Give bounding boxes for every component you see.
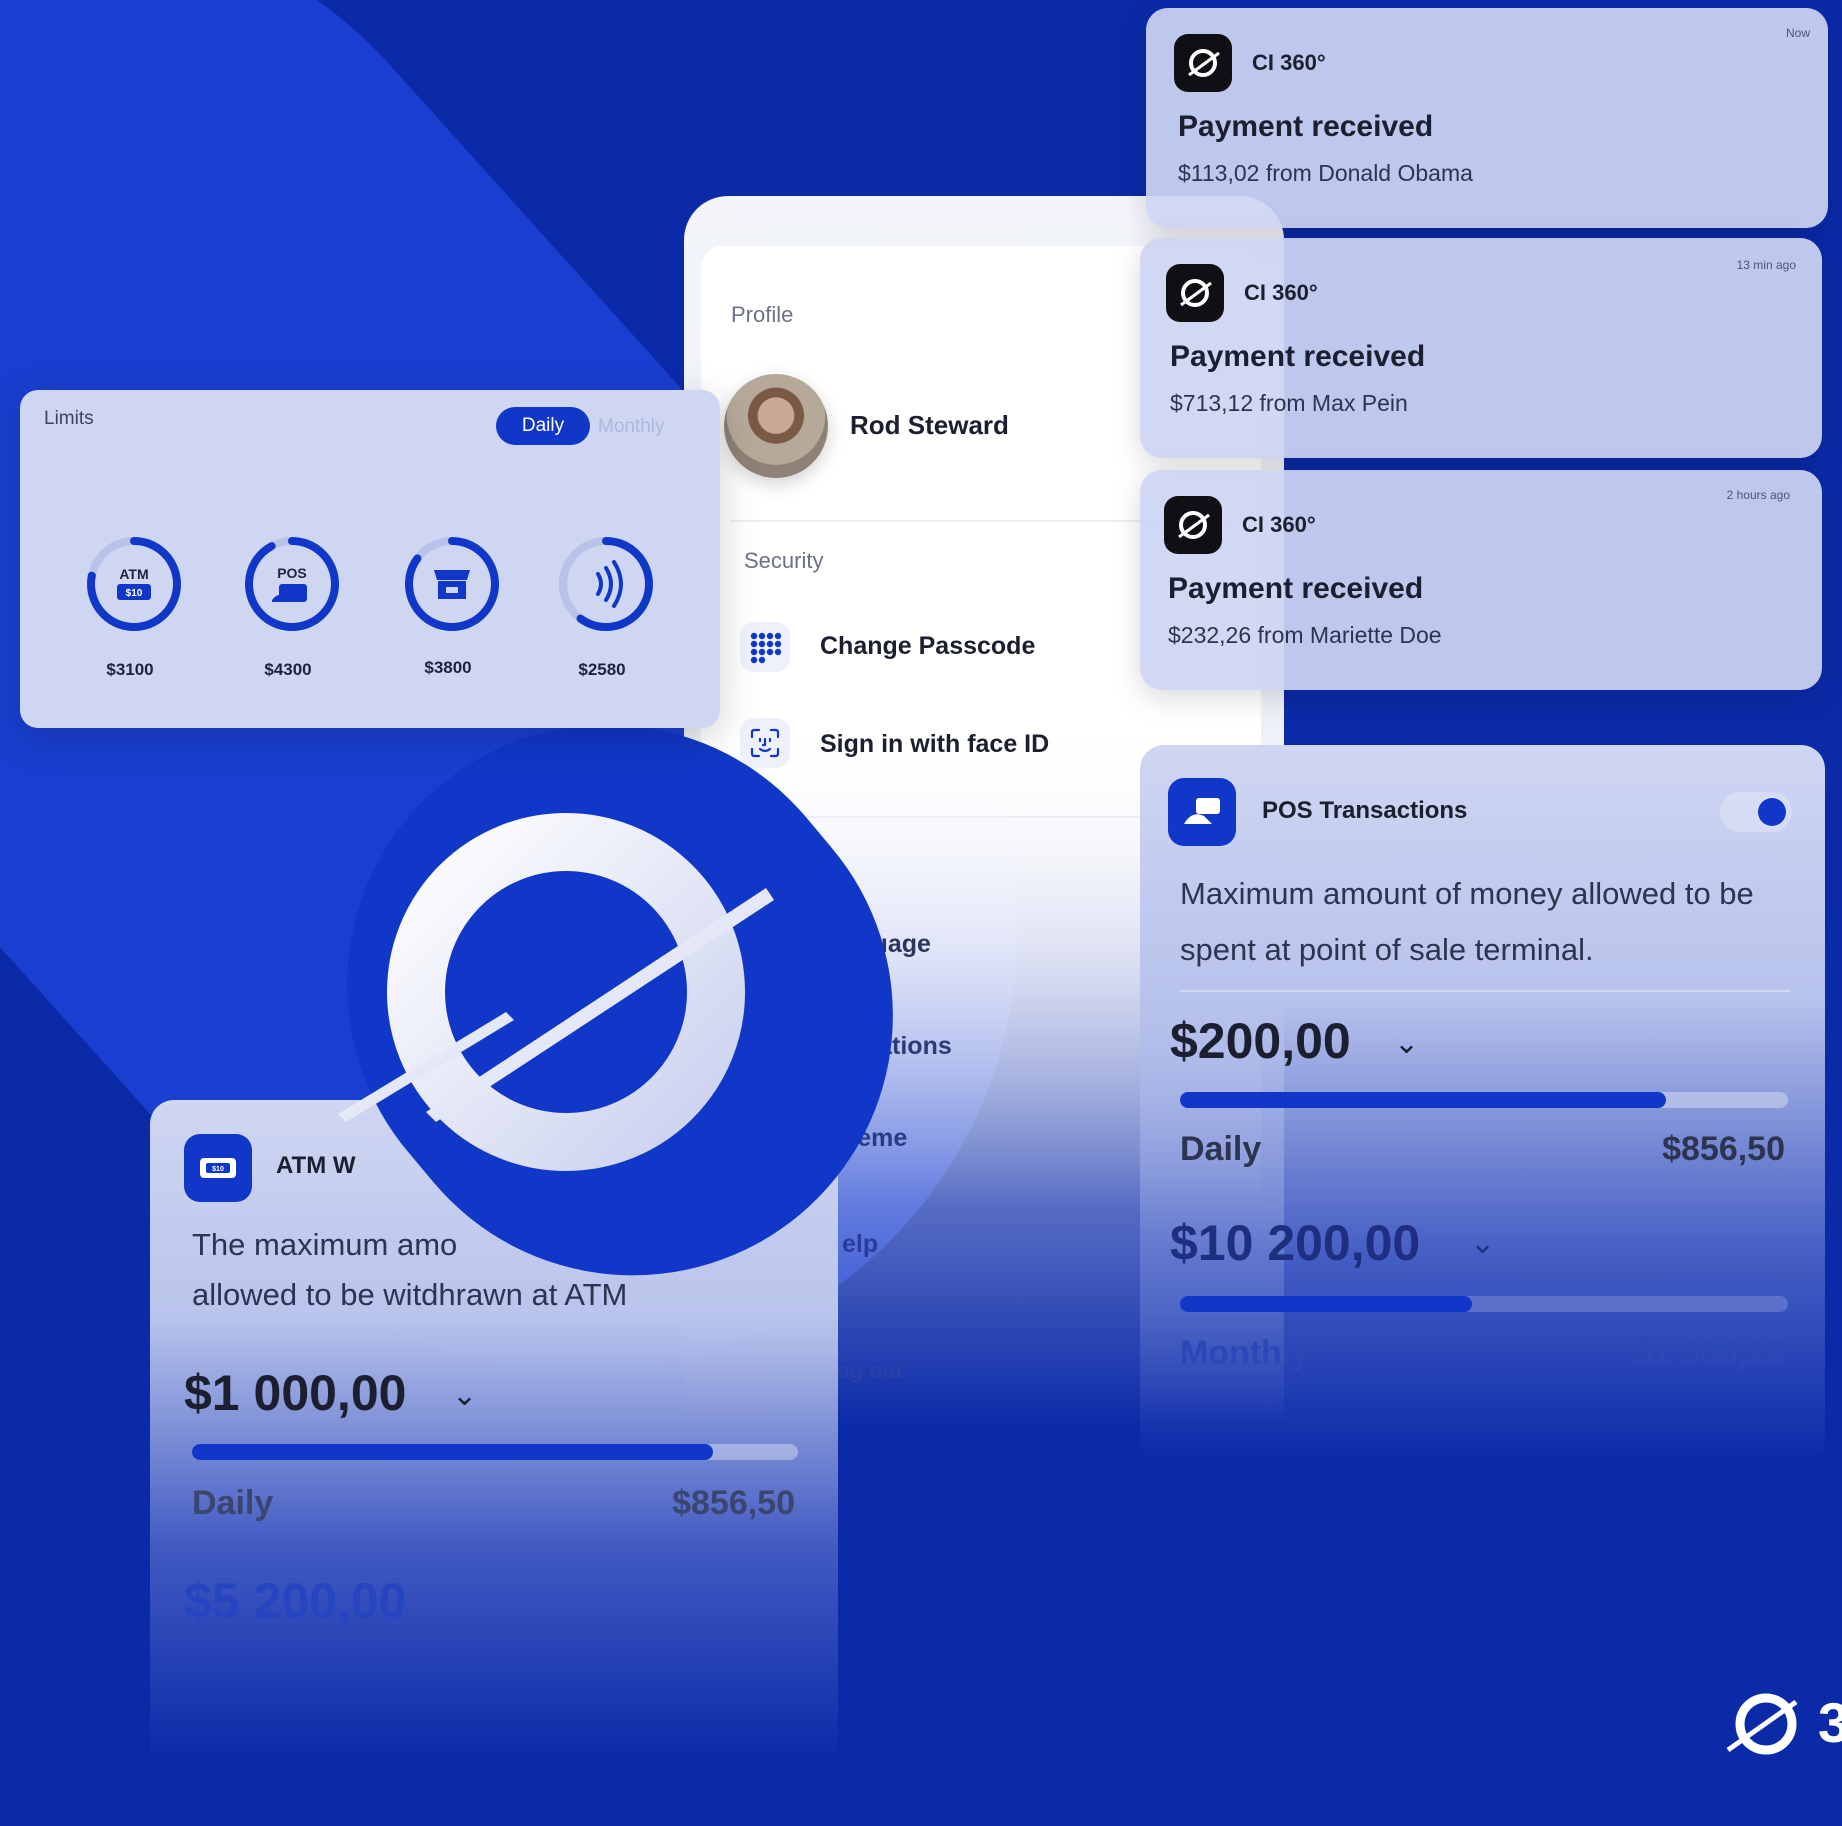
chevron-down-icon[interactable]: ⌄ [1394, 1026, 1419, 1061]
toggle-knob [1758, 798, 1786, 826]
chevron-down-icon[interactable]: ⌄ [452, 1378, 477, 1413]
notification-time: 2 hours ago [1726, 488, 1790, 502]
chevron-down-icon[interactable]: ⌄ [1470, 1226, 1495, 1261]
brand-logo-icon [1726, 1693, 1798, 1755]
pos-daily-value: $856,50 [1662, 1130, 1785, 1168]
notification-body: $113,02 from Donald Obama [1178, 160, 1473, 186]
pos-badge-label: POS [277, 565, 307, 581]
limits-title: Limits [44, 408, 94, 429]
pos-terminal-icon [1168, 778, 1236, 846]
pos-toggle[interactable] [1720, 792, 1792, 832]
atm-daily-value: $856,50 [672, 1484, 795, 1522]
svg-text:$10: $10 [212, 1166, 224, 1173]
limit-ring-contactless[interactable] [556, 534, 656, 634]
notification-time: Now [1785, 26, 1810, 40]
pos-monthly-label: Monthly [1180, 1334, 1311, 1372]
brand-logo-icon [338, 813, 774, 1171]
notification-app-name: CI 360° [1252, 50, 1326, 75]
security-section-label: Security [744, 548, 824, 573]
change-passcode-item[interactable]: Change Passcode [820, 632, 1035, 661]
limit-value-contactless: $2580 [578, 660, 626, 679]
profile-name[interactable]: Rod Steward [850, 410, 1009, 441]
face-id-item[interactable]: Sign in with face ID [820, 730, 1049, 759]
pos-card-title: POS Transactions [1262, 797, 1468, 824]
limit-ring-pos[interactable]: POS [242, 534, 342, 634]
notification-app-name: CI 360° [1244, 280, 1318, 305]
notification-time: 13 min ago [1736, 258, 1796, 272]
limit-ring-shop[interactable] [402, 534, 502, 634]
atm-monthly-amount[interactable]: $5 200,00 [184, 1572, 406, 1630]
pos-daily-progress [1180, 1092, 1788, 1108]
atm-daily-progress-fill [192, 1444, 714, 1460]
notification-title: Payment received [1170, 340, 1426, 373]
logout-item[interactable]: og out [836, 1358, 903, 1384]
atm-cash-icon: $10 [184, 1134, 252, 1202]
pos-monthly-value: $1 506,20 [1633, 1334, 1785, 1372]
passcode-grid-icon [740, 622, 790, 672]
atm-badge-label: ATM [119, 566, 148, 582]
limit-value-atm: $3100 [106, 660, 154, 679]
profile-section-label: Profile [731, 302, 794, 327]
tab-monthly[interactable]: Monthly [598, 416, 665, 438]
notification-title: Payment received [1178, 110, 1434, 143]
app-logo-icon [1174, 34, 1232, 92]
help-item[interactable]: elp [842, 1230, 878, 1259]
divider [1180, 990, 1790, 992]
limit-value-shop: $3800 [424, 658, 472, 677]
app-logo-icon [1166, 264, 1224, 322]
limit-ring-atm[interactable]: ATM $10 [84, 534, 184, 634]
atm-daily-amount[interactable]: $1 000,00 [184, 1364, 406, 1422]
avatar[interactable] [724, 374, 828, 478]
pos-card-description: Maximum amount of money allowed to be sp… [1180, 876, 1754, 967]
notification-body: $713,12 from Max Pein [1170, 390, 1408, 416]
atm-daily-progress [192, 1444, 798, 1460]
notification-title: Payment received [1168, 572, 1424, 605]
app-logo-icon [1164, 496, 1222, 554]
pos-daily-progress-fill [1180, 1092, 1667, 1108]
pos-daily-amount[interactable]: $200,00 [1170, 1012, 1351, 1070]
face-id-icon [740, 718, 790, 768]
tab-daily[interactable]: Daily [496, 407, 590, 445]
limit-value-pos: $4300 [264, 660, 312, 679]
pos-monthly-progress [1180, 1296, 1788, 1312]
pos-monthly-progress-fill [1180, 1296, 1472, 1312]
brand-wordmark: 3 [1818, 1691, 1842, 1754]
pos-monthly-amount[interactable]: $10 200,00 [1170, 1214, 1420, 1272]
notification-body: $232,26 from Mariette Doe [1168, 622, 1442, 648]
atm-daily-label: Daily [192, 1484, 274, 1522]
atm-badge-amount: $10 [126, 588, 143, 599]
pos-daily-label: Daily [1180, 1130, 1262, 1168]
notification-app-name: CI 360° [1242, 512, 1316, 537]
